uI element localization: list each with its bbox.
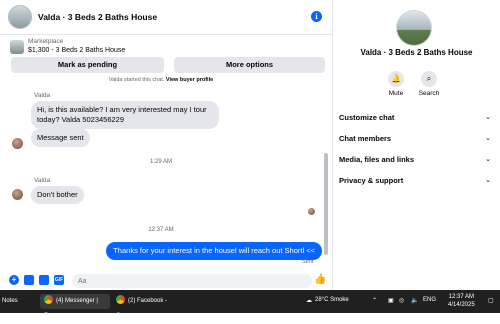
sender-name: Valda	[34, 92, 51, 99]
clock-date: 4/14/2025	[448, 302, 475, 308]
panel-title: Valda · 3 Beds 2 Baths House	[360, 48, 473, 57]
listing-thumbnail	[10, 40, 24, 54]
chat-members-item[interactable]: Chat members ⌄	[339, 132, 491, 146]
bell-icon: 🔔	[388, 71, 404, 87]
tray-app-icon[interactable]: ◎	[399, 297, 404, 304]
scroll-thumb[interactable]	[324, 153, 328, 255]
chevron-down-icon: ⌄	[485, 114, 491, 121]
taskbar: Notes (4) Messenger | Fac... (2) Faceboo…	[0, 290, 500, 319]
chevron-up-icon[interactable]: ⌃	[372, 297, 377, 304]
search-button[interactable]: ⌕ Search	[414, 71, 444, 97]
media-files-links-item[interactable]: Media, files and links ⌄	[339, 153, 491, 167]
tray-app-icon[interactable]: ▣	[388, 297, 394, 304]
chat-pane: Valda · 3 Beds 2 Baths House i Marketpla…	[0, 0, 333, 290]
thumbs-up-icon[interactable]: 👍	[314, 275, 326, 285]
clock[interactable]: 12:37 AM 4/14/2025	[448, 293, 475, 309]
weather-widget[interactable]: 28°C Smoke	[315, 297, 349, 303]
seen-indicator-avatar	[308, 208, 315, 215]
language-indicator[interactable]: ENG	[423, 297, 436, 303]
taskbar-facebook-tab[interactable]: (2) Facebook - Goo...	[112, 294, 182, 319]
sender-avatar[interactable]	[12, 189, 23, 200]
message-input[interactable]	[72, 274, 312, 288]
listing-photo[interactable]	[396, 10, 432, 46]
view-buyer-profile-link[interactable]: View buyer profile	[166, 77, 213, 83]
incoming-message[interactable]: Don't bother	[31, 186, 84, 204]
mute-button[interactable]: 🔔 Mute	[381, 71, 411, 97]
gif-icon[interactable]: GIF	[54, 275, 64, 285]
sticker-icon[interactable]	[39, 275, 49, 285]
search-label: Search	[418, 90, 440, 97]
section-label: Privacy & support	[339, 176, 404, 185]
sender-name: Valda	[34, 177, 51, 184]
sender-avatar[interactable]	[12, 138, 23, 149]
info-icon[interactable]: i	[311, 11, 322, 22]
customize-chat-item[interactable]: Customize chat ⌄	[339, 111, 491, 125]
chat-header: Valda · 3 Beds 2 Baths House i	[0, 0, 332, 35]
conversation-info-panel: Valda · 3 Beds 2 Baths House 🔔 Mute ⌕ Se…	[333, 0, 500, 290]
mute-label: Mute	[388, 90, 404, 97]
message-timestamp: 12:37 AM	[148, 227, 174, 233]
more-options-button[interactable]: More options	[174, 57, 325, 73]
started-note-text: Valda started this chat.	[108, 77, 165, 83]
section-label: Chat members	[339, 134, 392, 143]
mark-as-pending-button[interactable]: Mark as pending	[11, 57, 164, 73]
chat-scrollbar[interactable]	[324, 78, 328, 260]
listing-title: $1,300 - 3 Beds 2 Baths House	[28, 47, 126, 54]
notes-item[interactable]: Notes	[2, 294, 18, 309]
incoming-message[interactable]: Message sent	[31, 129, 90, 147]
listing-avatar[interactable]	[8, 5, 32, 29]
chat-title[interactable]: Valda · 3 Beds 2 Baths House	[38, 12, 157, 22]
weather-icon: ☁	[306, 298, 312, 304]
chrome-icon	[44, 295, 53, 304]
incoming-message[interactable]: Hi, is this available? I am very interes…	[31, 101, 219, 129]
section-label: Media, files and links	[339, 155, 415, 164]
chevron-down-icon: ⌄	[485, 156, 491, 163]
taskbar-messenger-tab[interactable]: (4) Messenger | Fac...	[40, 294, 110, 319]
privacy-support-item[interactable]: Privacy & support ⌄	[339, 174, 491, 188]
chevron-down-icon: ⌄	[485, 177, 491, 184]
listing-source: Marketplace	[28, 38, 64, 45]
section-label: Customize chat	[339, 113, 395, 122]
speaker-icon[interactable]: 🔈	[411, 297, 418, 304]
sent-status: Sent	[302, 259, 314, 265]
photo-icon[interactable]	[24, 275, 34, 285]
chevron-down-icon: ⌄	[485, 135, 491, 142]
outgoing-message[interactable]: Thanks for your interest in the housel w…	[106, 242, 322, 260]
clock-time: 12:37 AM	[448, 294, 475, 300]
plus-icon[interactable]: +	[9, 275, 19, 285]
search-icon: ⌕	[421, 71, 437, 87]
notification-icon[interactable]: ▢	[488, 297, 494, 304]
chat-started-note: Valda started this chat. View buyer prof…	[0, 77, 322, 83]
chrome-icon	[116, 295, 125, 304]
message-timestamp: 1:29 AM	[149, 159, 172, 165]
